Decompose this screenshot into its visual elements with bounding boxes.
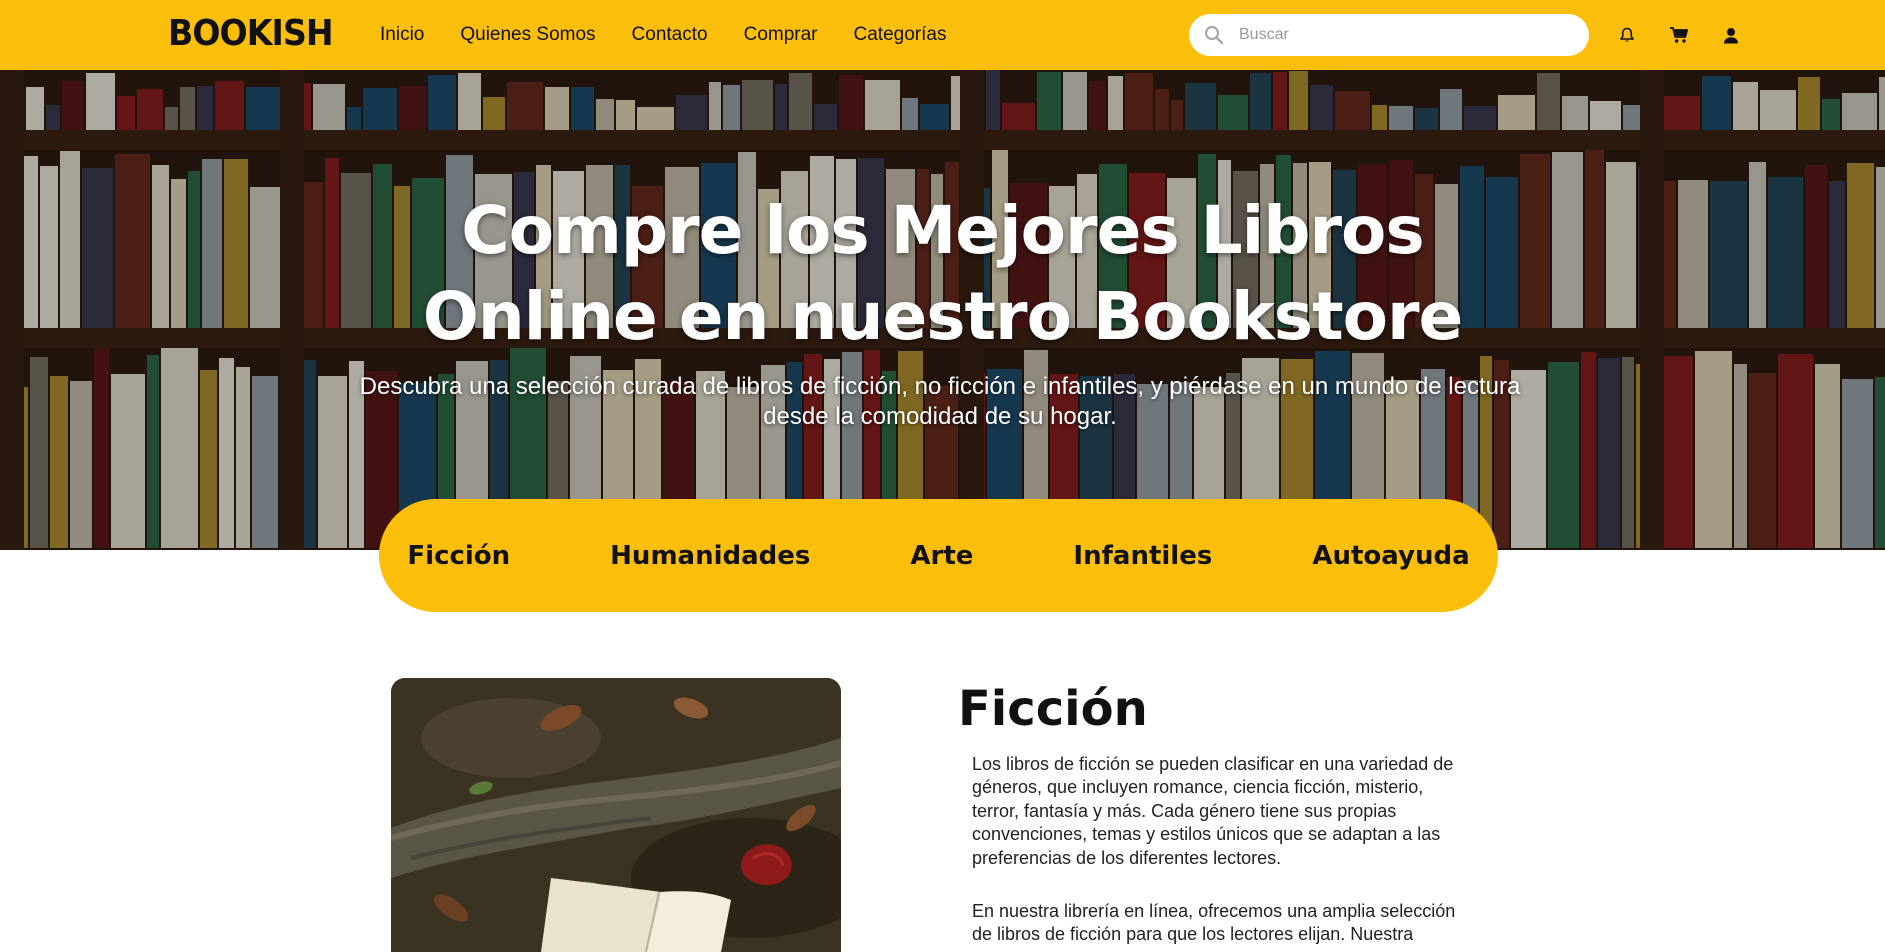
hero-subtitle: Descubra una selección curada de libros …: [359, 373, 1521, 430]
search-bar: [1189, 14, 1589, 56]
hero-title-line-1: Compre los Mejores Libros: [461, 192, 1424, 269]
category-ficcion[interactable]: Ficción: [357, 521, 560, 591]
user-icon[interactable]: [1719, 23, 1743, 47]
category-arte[interactable]: Arte: [860, 521, 1023, 591]
main-nav: Inicio Quienes Somos Contacto Comprar Ca…: [380, 0, 982, 70]
fiction-feature-image: [391, 678, 841, 952]
brand-logo[interactable]: BOOKISH: [168, 14, 334, 54]
bell-icon[interactable]: [1615, 23, 1639, 47]
nav-link-inicio[interactable]: Inicio: [380, 0, 424, 70]
hero-title-line-2: Online en nuestro Bookstore: [422, 278, 1464, 355]
search-icon[interactable]: [1203, 24, 1225, 46]
category-infantiles[interactable]: Infantiles: [1023, 521, 1262, 591]
nav-link-categorias[interactable]: Categorías: [854, 0, 947, 70]
section-paragraph-2: En nuestra librería en línea, ofrecemos …: [972, 901, 1456, 945]
section-paragraph-1: Los libros de ficción se pueden clasific…: [972, 754, 1454, 868]
category-autoayuda[interactable]: Autoayuda: [1262, 521, 1519, 591]
nav-link-quienes-somos[interactable]: Quienes Somos: [460, 0, 595, 70]
hero-banner: Compre los Mejores Libros Online en nues…: [0, 70, 1885, 550]
cart-icon[interactable]: [1667, 23, 1691, 47]
top-navbar: BOOKISH Inicio Quienes Somos Contacto Co…: [0, 0, 1885, 70]
nav-link-contacto[interactable]: Contacto: [632, 0, 708, 70]
hero-title: Compre los Mejores Libros Online en nues…: [0, 188, 1885, 360]
nav-link-comprar[interactable]: Comprar: [744, 0, 818, 70]
category-bar: Ficción Humanidades Arte Infantiles Auto…: [379, 499, 1498, 612]
section-title: Ficción: [958, 681, 1148, 737]
category-humanidades[interactable]: Humanidades: [560, 521, 860, 591]
search-input[interactable]: [1239, 26, 1569, 44]
